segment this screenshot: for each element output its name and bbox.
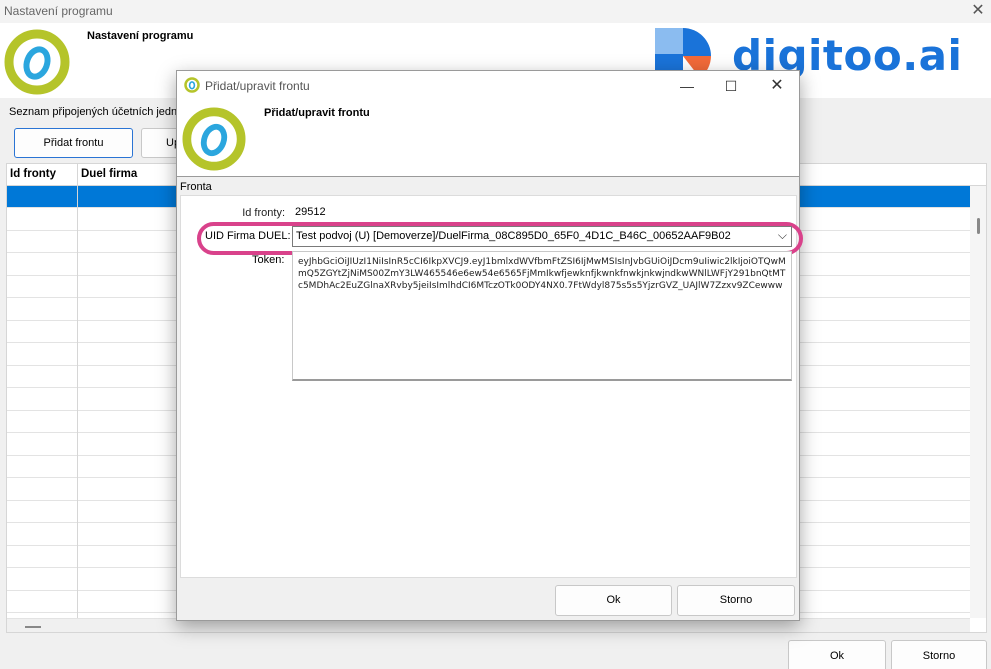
section-label: Fronta [180,181,212,193]
outer-ok-button[interactable]: Ok [788,640,886,669]
maximize-icon[interactable]: ☐ [709,74,753,98]
outer-close-icon[interactable]: ✕ [966,1,990,21]
app-logo-icon [4,29,70,95]
dialog-app-icon [184,77,200,93]
token-label: Token: [252,254,285,266]
edit-queue-dialog: Přidat/upravit frontu — ☐ ✕ Přidat/uprav… [176,70,803,621]
list-label: Seznam připojených účetních jedno [9,106,184,118]
minimize-icon[interactable]: — [665,74,709,98]
horizontal-scroll-thumb[interactable] [25,626,41,628]
dialog-ok-button[interactable]: Ok [555,585,672,616]
token-textarea[interactable]: eyJhbGciOiJIUzI1NiIsInR5cCI6IkpXVCJ9.eyJ… [292,251,792,381]
vertical-scroll-thumb[interactable] [977,218,980,234]
outer-window-title: Nastavení programu [4,4,113,18]
uid-label: UID Firma DUEL: [205,230,291,242]
add-queue-button[interactable]: Přidat frontu [14,128,133,158]
chevron-down-icon[interactable]: ⌵ [778,228,787,243]
dialog-title: Přidat/upravit frontu [205,79,310,93]
dialog-header: Přidat/upravit frontu [177,101,799,177]
column-divider [77,164,78,619]
id-value: 29512 [295,206,326,218]
outer-titlebar: Nastavení programu ✕ [0,0,991,23]
uid-firma-select[interactable]: Test podvoj (U) [Demoverze]/DuelFirma_08… [292,226,792,247]
uid-selected-value: Test podvoj (U) [Demoverze]/DuelFirma_08… [296,230,731,242]
dialog-logo-icon [182,107,246,171]
id-label: Id fronty: [242,207,285,219]
column-header-id[interactable]: Id fronty [10,168,56,180]
dialog-cancel-button[interactable]: Storno [677,585,795,616]
close-icon[interactable]: ✕ [755,74,799,98]
dialog-titlebar: Přidat/upravit frontu — ☐ ✕ [177,71,799,101]
column-header-duel-firma[interactable]: Duel firma [81,168,137,180]
outer-cancel-button[interactable]: Storno [891,640,987,669]
outer-header-title: Nastavení programu [87,30,194,42]
dialog-header-title: Přidat/upravit frontu [264,107,370,119]
vertical-scrollbar[interactable] [970,186,986,618]
